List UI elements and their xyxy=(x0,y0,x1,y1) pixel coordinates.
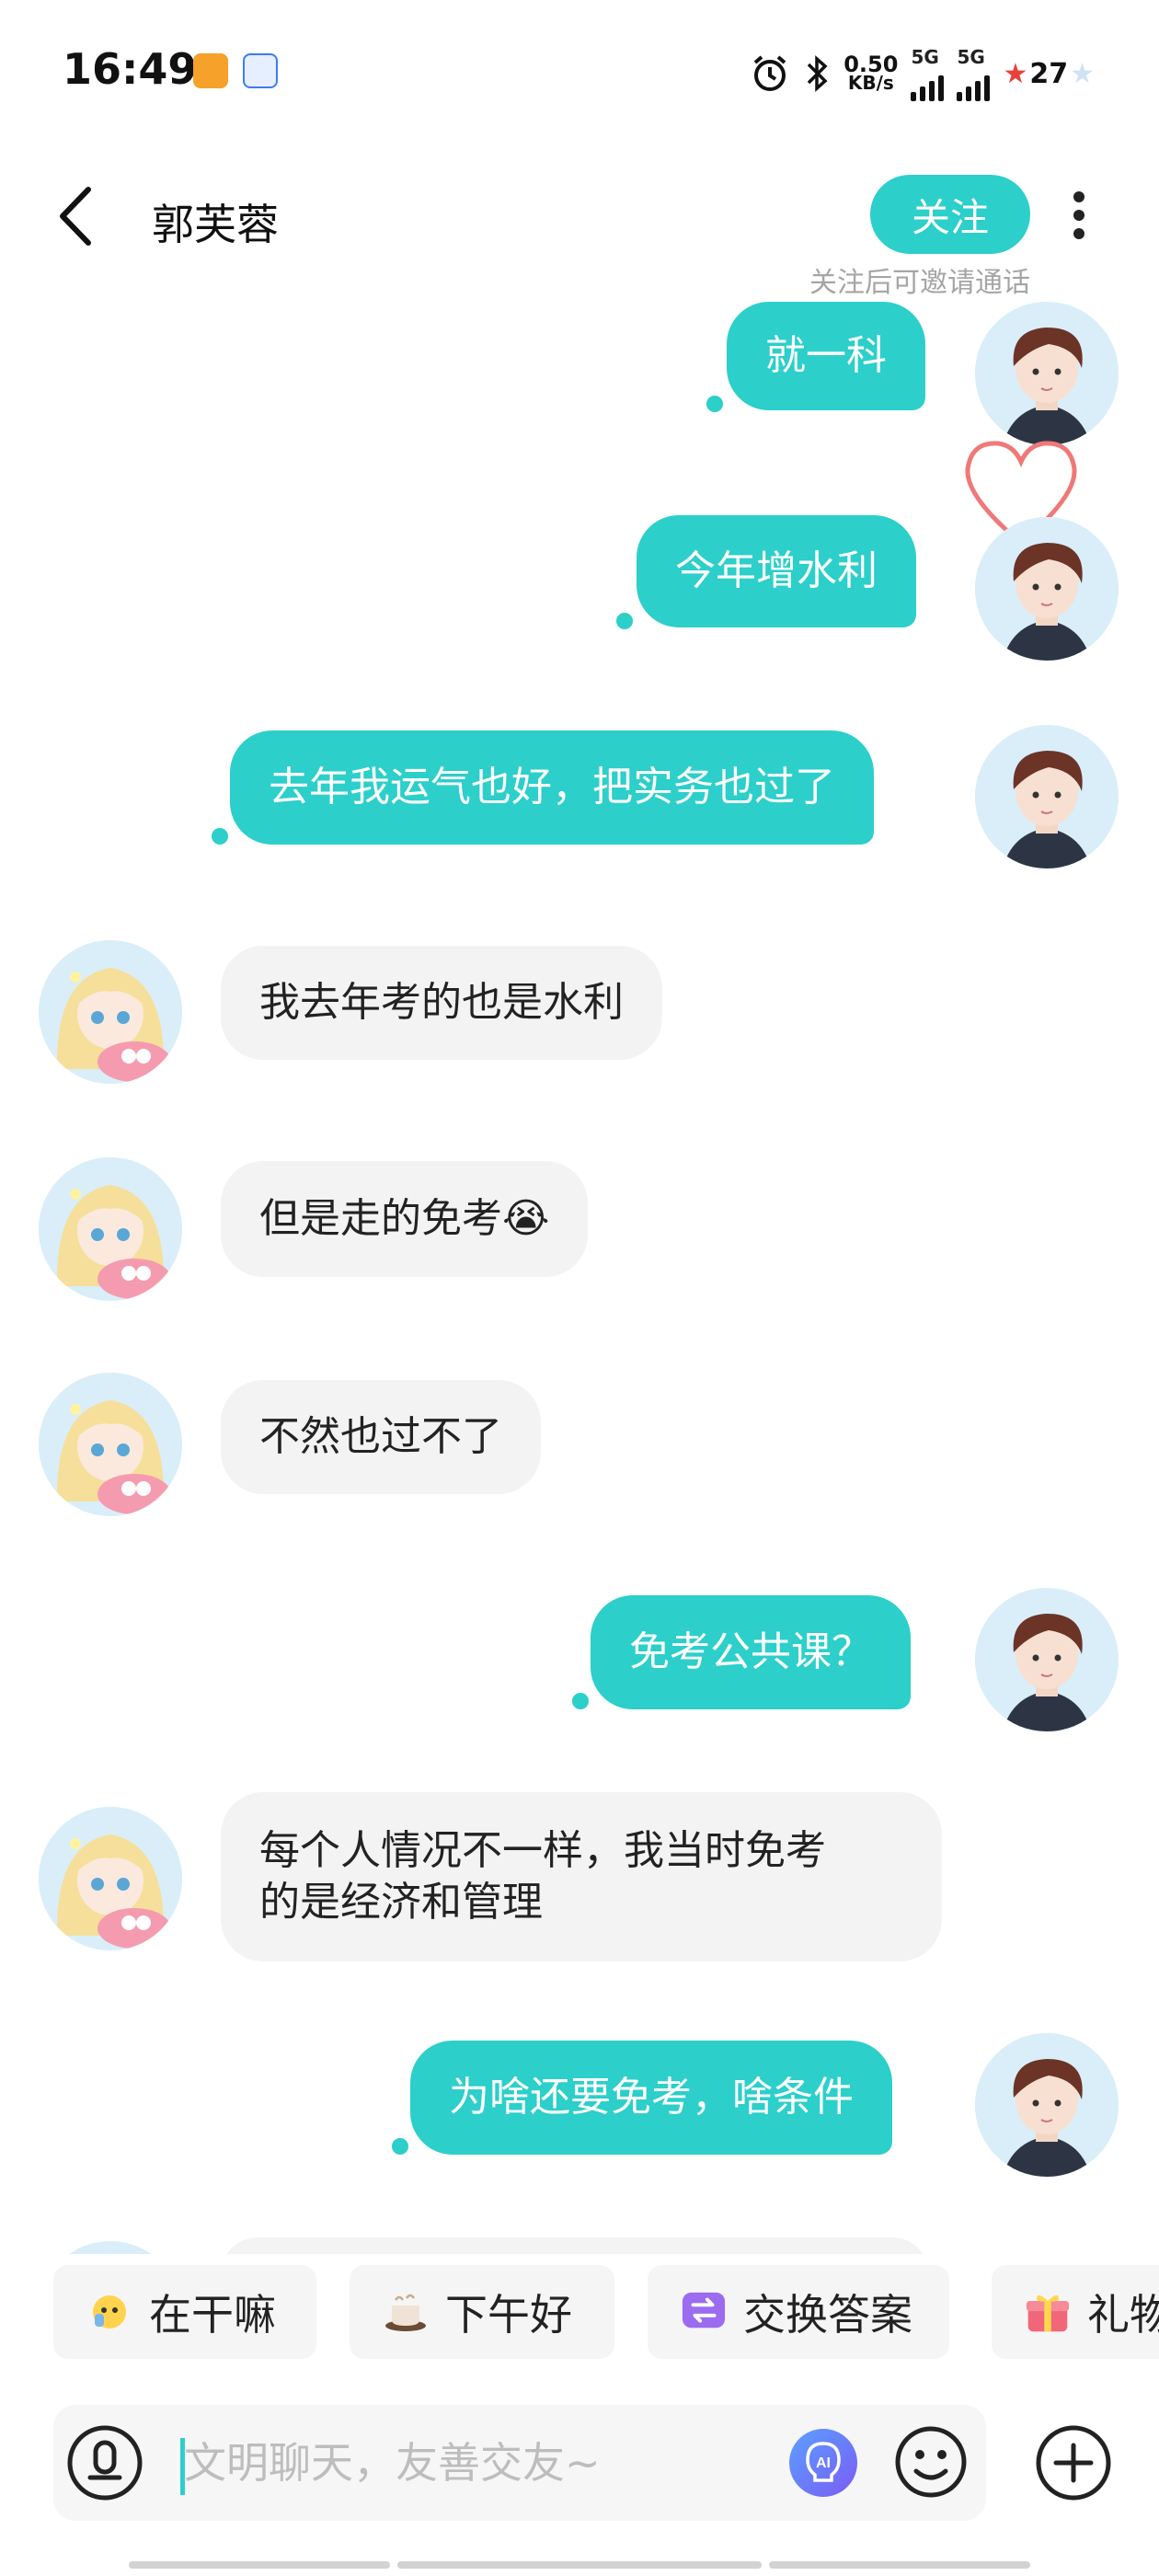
follow-button[interactable]: 关注 xyxy=(870,175,1030,254)
read-status-dot xyxy=(212,828,228,845)
quick-reply-bar[interactable]: 在干嘛 下午好 交换答案 礼物 xyxy=(0,2265,1159,2366)
voice-input-icon[interactable] xyxy=(64,2422,145,2503)
bluetooth-icon xyxy=(807,55,828,92)
battery-star-faded-icon: ★ xyxy=(1070,57,1095,90)
male-avatar-icon xyxy=(975,302,1119,445)
contact-avatar[interactable] xyxy=(39,940,182,1084)
quick-reply-chip[interactable]: 在干嘛 xyxy=(53,2265,316,2359)
message-bubble-incoming[interactable]: 但是走的免考😭 xyxy=(221,1161,589,1277)
status-bar: 16:49 0.50 KB/s 5G 5G ★ 27 ★ xyxy=(0,0,1159,138)
signal-sim2: 5G xyxy=(957,46,991,101)
message-bubble-incoming-partial[interactable] xyxy=(221,2237,929,2254)
male-avatar-icon xyxy=(975,2033,1119,2177)
signal-sim1: 5G xyxy=(911,46,945,101)
status-time: 16:49 xyxy=(63,44,198,94)
read-status-dot xyxy=(616,613,633,629)
female-avatar-icon xyxy=(39,1373,182,1516)
message-bubble-incoming[interactable]: 不然也过不了 xyxy=(221,1380,541,1494)
my-avatar[interactable] xyxy=(975,725,1119,868)
my-avatar[interactable] xyxy=(975,1588,1119,1731)
quick-reply-chip[interactable]: 礼物 xyxy=(992,2265,1159,2359)
male-avatar-icon xyxy=(975,725,1119,868)
home-indicator-left xyxy=(129,2561,390,2569)
ai-assistant-icon[interactable]: AI xyxy=(787,2427,859,2499)
my-avatar[interactable] xyxy=(975,517,1119,661)
gift-icon xyxy=(1025,2289,1071,2335)
read-status-dot xyxy=(706,396,723,412)
my-avatar[interactable] xyxy=(975,302,1119,445)
female-avatar-icon xyxy=(39,1807,182,1950)
contact-avatar[interactable] xyxy=(39,1807,182,1950)
message-bubble-incoming[interactable]: 我去年考的也是水利 xyxy=(221,946,662,1060)
alarm-icon xyxy=(753,55,786,91)
battery-indicator: ★ 27 ★ xyxy=(1003,57,1095,90)
male-avatar-icon xyxy=(975,517,1119,661)
message-input-bar: AI xyxy=(53,2405,986,2521)
female-avatar-icon xyxy=(39,1157,182,1301)
read-status-dot xyxy=(392,2138,408,2155)
message-bubble-incoming[interactable]: 每个人情况不一样，我当时免考 的是经济和管理 xyxy=(221,1792,942,1961)
more-options-icon[interactable] xyxy=(1067,184,1091,248)
my-avatar[interactable] xyxy=(975,2033,1119,2177)
svg-text:AI: AI xyxy=(816,2455,831,2471)
contact-avatar[interactable] xyxy=(39,1373,182,1516)
message-bubble-outgoing[interactable]: 为啥还要免考，啥条件 xyxy=(410,2041,892,2155)
message-bubble-outgoing[interactable]: 就一科 xyxy=(727,302,925,410)
contact-avatar[interactable] xyxy=(39,2241,182,2254)
contact-name: 郭芙蓉 xyxy=(152,200,279,249)
message-input[interactable] xyxy=(182,2425,811,2501)
home-indicator-middle xyxy=(397,2561,762,2569)
back-arrow-icon[interactable] xyxy=(55,184,96,248)
home-indicator-right xyxy=(769,2561,1030,2569)
net-speed: 0.50 KB/s xyxy=(843,52,899,94)
emoji-icon[interactable] xyxy=(892,2423,970,2501)
message-bubble-outgoing[interactable]: 今年增水利 xyxy=(637,515,916,627)
exchange-icon xyxy=(681,2289,727,2335)
chat-header: 郭芙蓉 关注 xyxy=(0,156,1159,276)
battery-star-icon: ★ xyxy=(1003,57,1028,90)
coffee-icon xyxy=(383,2289,429,2335)
quick-reply-chip[interactable]: 交换答案 xyxy=(648,2265,949,2359)
app-notification-icon-orange xyxy=(193,53,228,88)
app-notification-icon-blue xyxy=(243,53,278,88)
face-emoji-icon xyxy=(86,2289,132,2335)
male-avatar-icon xyxy=(975,1588,1119,1731)
signal-bars-icon xyxy=(911,68,945,101)
message-list[interactable]: 就一科 今年增水利 去年我运气也好，把实务也过了 我去年考的也是水利 但是走的免… xyxy=(0,285,1159,2254)
message-bubble-outgoing[interactable]: 免考公共课？ xyxy=(591,1595,911,1709)
status-right: 0.50 KB/s 5G 5G ★ 27 ★ xyxy=(750,46,1095,101)
signal-bars-icon xyxy=(957,68,991,101)
read-status-dot xyxy=(572,1693,589,1709)
contact-avatar[interactable] xyxy=(39,1157,182,1301)
quick-reply-chip[interactable]: 下午好 xyxy=(350,2265,614,2359)
female-avatar-icon xyxy=(39,940,182,1084)
plus-icon[interactable] xyxy=(1034,2423,1113,2502)
message-bubble-outgoing[interactable]: 去年我运气也好，把实务也过了 xyxy=(230,730,874,845)
